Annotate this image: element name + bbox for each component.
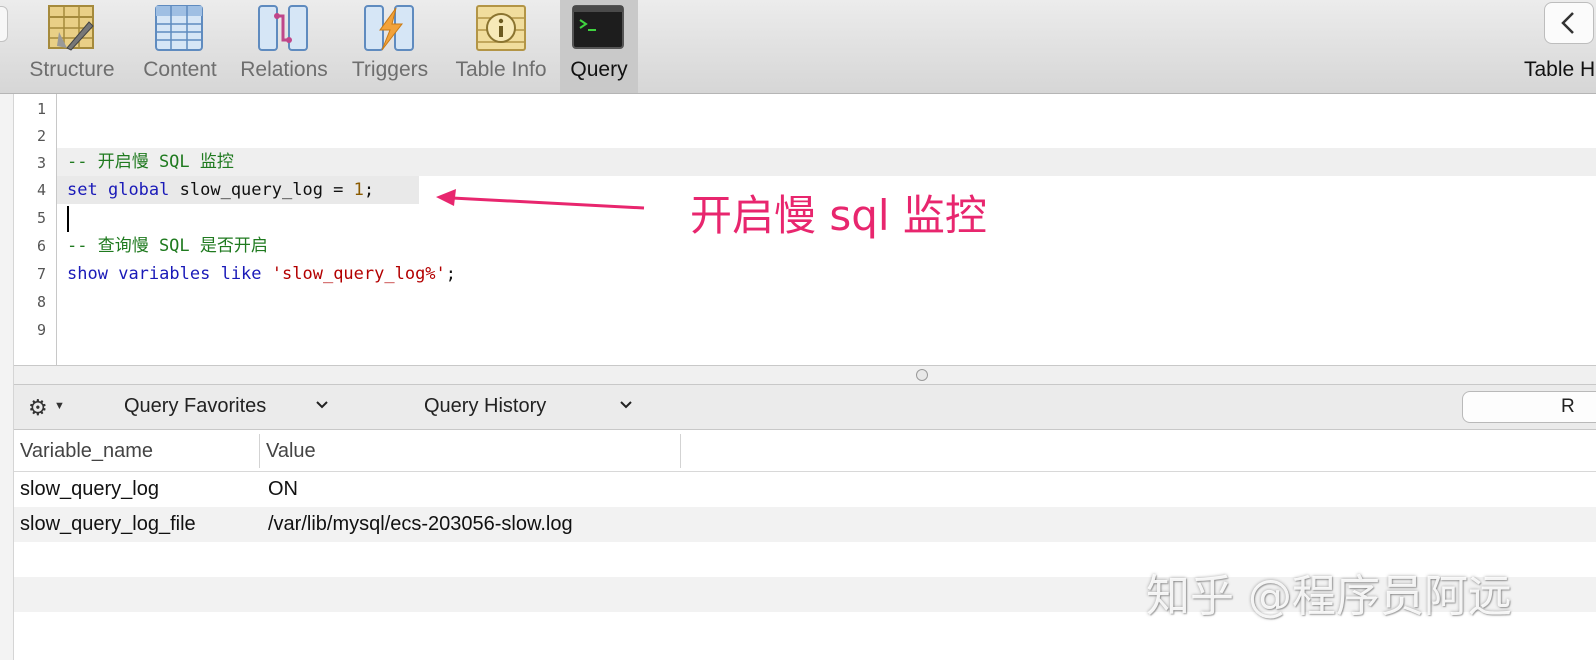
line-number-gutter: 1 2 3 4 5 6 7 8 9 [14, 94, 57, 365]
relations-icon [258, 5, 308, 51]
dropdown-caret-icon[interactable]: ▼ [54, 400, 65, 412]
tab-label: Triggers [351, 58, 429, 81]
number-literal: 1 [353, 180, 364, 200]
line-number: 5 [36, 209, 46, 227]
tab-label: Structure [29, 58, 115, 81]
column-divider[interactable] [259, 434, 260, 468]
cell-variable-name: slow_query_log [20, 478, 159, 500]
keyword-show: show [67, 264, 108, 284]
pane-splitter[interactable] [14, 365, 1596, 385]
results-header: Variable_name Value [14, 430, 1596, 472]
line-number: 3 [36, 154, 46, 172]
tab-label: Relations [240, 58, 328, 81]
code-line-4: set global slow_query_log = 1; [67, 176, 374, 204]
tab-table-info[interactable]: Table Info [448, 0, 554, 93]
gear-icon[interactable]: ⚙ [28, 395, 48, 421]
tab-label: Content [143, 58, 217, 81]
line-number: 7 [36, 265, 46, 283]
line-number: 6 [36, 237, 46, 255]
window-edge [0, 6, 8, 42]
query-favorites-menu[interactable]: Query Favorites [124, 395, 266, 418]
column-header-variable-name[interactable]: Variable_name [20, 440, 153, 463]
line-number: 8 [36, 293, 46, 311]
table-info-icon [476, 5, 526, 51]
tab-label: Query [570, 58, 628, 81]
watermark: 知乎 @程序员阿远 [1146, 571, 1512, 622]
table-history-label[interactable]: Table H [1524, 58, 1595, 82]
cell-value: ON [268, 478, 298, 500]
semicolon: ; [445, 264, 457, 284]
line-number: 2 [36, 127, 46, 145]
column-divider[interactable] [680, 434, 681, 468]
query-terminal-icon [572, 5, 624, 49]
structure-icon [48, 5, 94, 51]
chevron-down-icon[interactable] [314, 397, 330, 413]
left-edge-strip [0, 94, 14, 660]
run-button[interactable]: R [1462, 391, 1596, 423]
cell-variable-name: slow_query_log_file [20, 513, 196, 535]
run-button-label: R [1561, 396, 1575, 417]
keyword-like: like [220, 264, 262, 284]
keyword-global: global [107, 180, 170, 200]
tab-structure[interactable]: Structure [20, 0, 124, 93]
code-line-7: show variables like 'slow_query_log%'; [67, 260, 456, 288]
back-button[interactable] [1544, 2, 1594, 44]
code-line-3: -- 开启慢 SQL 监控 [67, 152, 234, 172]
keyword-set: set [67, 180, 98, 200]
query-bar: ⚙ ▼ Query Favorites Query History R [14, 385, 1596, 430]
tab-content[interactable]: Content [134, 0, 226, 93]
line-number: 4 [36, 181, 46, 199]
toolbar: Structure Content Relations Triggers Tab… [0, 0, 1596, 94]
tab-relations[interactable]: Relations [234, 0, 334, 93]
annotation-text: 开启慢 sql 监控 [690, 191, 987, 240]
triggers-icon [364, 5, 414, 51]
results-table: Variable_name Value slow_query_log ON sl… [14, 430, 1596, 660]
splitter-handle-icon[interactable] [916, 369, 928, 381]
text-caret [67, 206, 69, 232]
string-literal: 'slow_query_log%' [271, 264, 446, 284]
chevron-down-icon[interactable] [618, 397, 634, 413]
table-row[interactable]: slow_query_log_file /var/lib/mysql/ecs-2… [14, 507, 1596, 542]
query-highlight [57, 148, 1596, 176]
tab-label: Table Info [455, 58, 547, 81]
content-icon [155, 5, 203, 51]
tab-triggers[interactable]: Triggers [344, 0, 436, 93]
column-header-value[interactable]: Value [266, 440, 316, 463]
variable-assignment: slow_query_log = [179, 180, 354, 200]
chevron-left-icon [1561, 12, 1574, 34]
tab-query[interactable]: Query [560, 0, 638, 93]
query-history-menu[interactable]: Query History [424, 395, 546, 418]
line-number: 9 [36, 321, 46, 339]
table-row[interactable]: slow_query_log ON [14, 472, 1596, 507]
annotation-arrow [436, 189, 645, 210]
line-number: 1 [36, 100, 46, 118]
keyword-variables: variables [118, 264, 211, 284]
semicolon: ; [363, 180, 375, 200]
cell-value: /var/lib/mysql/ecs-203056-slow.log [268, 513, 573, 535]
code-line-6: -- 查询慢 SQL 是否开启 [67, 236, 268, 256]
